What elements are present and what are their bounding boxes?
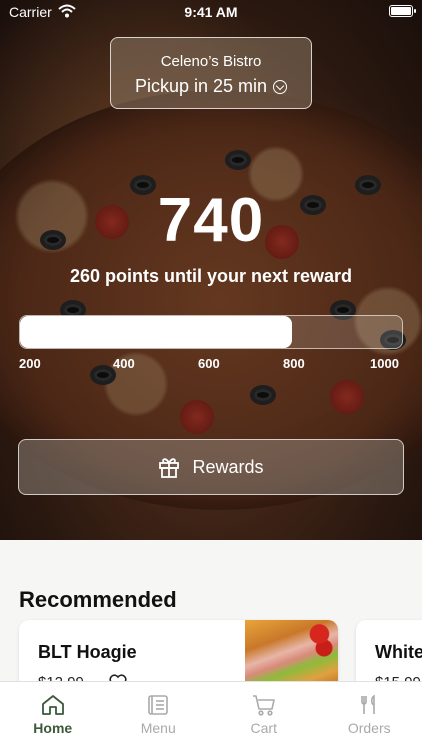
home-icon: [41, 695, 64, 715]
tab-cart[interactable]: Cart: [211, 682, 317, 750]
status-bar: Carrier 9:41 AM: [0, 0, 422, 24]
tab-cart-label: Cart: [250, 720, 277, 736]
points-until-reward: 260 points until your next reward: [69, 266, 353, 286]
battery-icon: [389, 5, 416, 17]
tick-200: 200: [19, 356, 41, 371]
pickup-label: Pickup in 25 min: [134, 76, 268, 96]
app-screen: Carrier 9:41 AM Celeno’s Bistro Pickup i…: [0, 0, 422, 750]
tab-menu-label: Menu: [140, 720, 176, 736]
item-name: BLT Hoagie: [38, 642, 137, 662]
item-name: White: [375, 642, 422, 662]
recommended-card-blt[interactable]: BLT Hoagie $12.99: [19, 620, 338, 690]
pickup-time: Pickup in 25 min: [111, 76, 311, 97]
rewards-button[interactable]: Rewards: [18, 439, 404, 495]
rewards-button-label: Rewards: [192, 456, 264, 477]
store-name: Celeno’s Bistro: [160, 53, 262, 70]
tab-orders-label: Orders: [347, 720, 391, 736]
cart-icon: [252, 695, 275, 716]
tick-400: 400: [113, 356, 135, 371]
tab-bar: Home Menu Cart Orders: [0, 681, 422, 750]
points-balance: 740: [157, 186, 265, 255]
rewards-progress-bar: [19, 315, 403, 349]
recommended-title: Recommended: [19, 587, 177, 612]
orders-icon: [361, 694, 376, 714]
tab-orders[interactable]: Orders: [317, 682, 422, 750]
chevron-down-icon: [273, 79, 288, 94]
tab-home[interactable]: Home: [0, 682, 106, 750]
clock: 9:41 AM: [184, 4, 238, 20]
progress-fill: [20, 316, 292, 348]
tick-600: 600: [198, 356, 220, 371]
menu-icon: [148, 695, 169, 715]
tab-home-label: Home: [33, 720, 73, 736]
gift-icon: [159, 458, 180, 478]
recommended-card-white[interactable]: White $15.99: [356, 620, 422, 690]
tick-1000: 1000: [370, 356, 399, 371]
tick-800: 800: [283, 356, 305, 371]
store-selector[interactable]: Celeno’s Bistro Pickup in 25 min: [110, 37, 312, 109]
tab-menu[interactable]: Menu: [106, 682, 212, 750]
sandwich-image: [245, 620, 338, 690]
